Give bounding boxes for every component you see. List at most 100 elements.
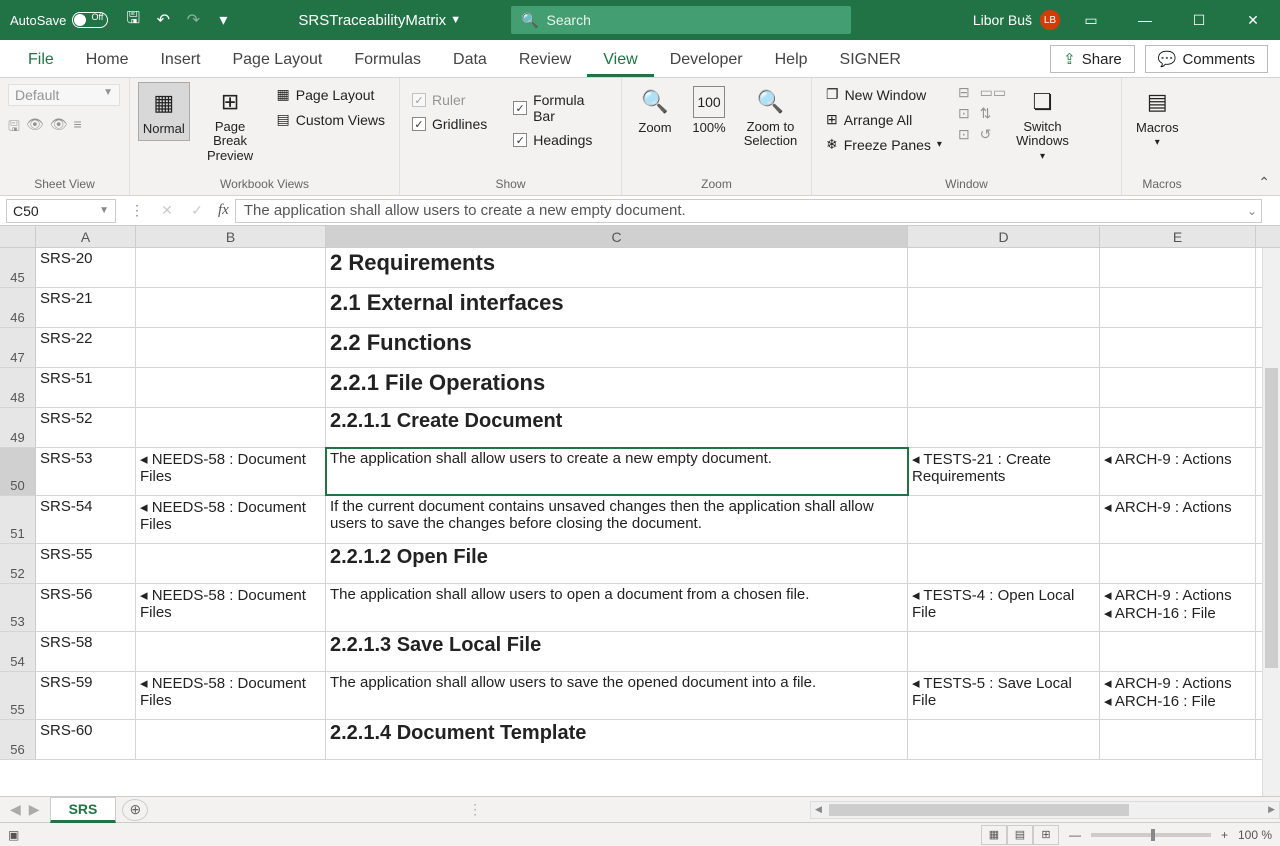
arrange-all-button[interactable]: ⊞Arrange All [820, 109, 948, 130]
name-box[interactable]: C50▼ [6, 199, 116, 223]
tab-home[interactable]: Home [70, 45, 145, 77]
gridlines-checkbox[interactable]: ✓Gridlines [408, 114, 491, 134]
zoom-slider[interactable] [1091, 833, 1211, 837]
cell[interactable]: ◂ ARCH-9 : Actions [1100, 448, 1256, 495]
row-header[interactable]: 47 [0, 328, 36, 367]
cell[interactable] [136, 248, 326, 287]
freeze-panes-button[interactable]: ❄Freeze Panes▾ [820, 134, 948, 155]
exit-view-icon[interactable]: 👁 [26, 116, 44, 140]
split-icon[interactable]: ⊟ [958, 84, 970, 101]
macros-button[interactable]: ▤Macros▾ [1130, 82, 1185, 152]
vertical-scrollbar[interactable] [1262, 248, 1280, 796]
tab-help[interactable]: Help [759, 45, 824, 77]
cell[interactable]: 2.2.1.1 Create Document [326, 408, 908, 447]
cell[interactable] [1100, 632, 1256, 671]
cell[interactable]: ◂ TESTS-21 : Create Requirements [908, 448, 1100, 495]
row-header[interactable]: 51 [0, 496, 36, 543]
row-header[interactable]: 50 [0, 448, 36, 495]
sheet-nav-next-icon[interactable]: ▶ [29, 801, 40, 818]
row-header[interactable]: 53 [0, 584, 36, 631]
cell[interactable] [136, 328, 326, 367]
cell[interactable]: 2.2.1 File Operations [326, 368, 908, 407]
view-side-by-side-icon[interactable]: ▭▭ [980, 84, 1006, 101]
col-header-E[interactable]: E [1100, 226, 1256, 247]
new-view-icon[interactable]: 👁 [50, 116, 68, 140]
cell[interactable] [908, 328, 1100, 367]
expand-formula-bar-icon[interactable]: ⌄ [1247, 204, 1257, 218]
view-normal-icon[interactable]: ▦ [981, 825, 1007, 845]
row-header[interactable]: 45 [0, 248, 36, 287]
minimize-icon[interactable]: — [1122, 0, 1168, 40]
custom-views-button[interactable]: ▤ Custom Views [271, 109, 391, 130]
cell[interactable]: ◂ NEEDS-58 : Document Files [136, 672, 326, 719]
sheet-view-selector[interactable]: Default▼ [8, 84, 120, 106]
tab-insert[interactable]: Insert [144, 45, 216, 77]
row-header[interactable]: 46 [0, 288, 36, 327]
cell[interactable]: ◂ ARCH-9 : Actions [1100, 496, 1256, 543]
new-window-button[interactable]: ❐New Window [820, 84, 948, 105]
options-view-icon[interactable]: ≡ [74, 116, 82, 140]
cell[interactable]: 2.2.1.4 Document Template [326, 720, 908, 759]
cell[interactable] [908, 288, 1100, 327]
zoom-level[interactable]: 100 % [1238, 828, 1272, 842]
cell[interactable]: If the current document contains unsaved… [326, 496, 908, 543]
row-header[interactable]: 56 [0, 720, 36, 759]
cell[interactable]: SRS-52 [36, 408, 136, 447]
undo-icon[interactable]: ↶ [148, 0, 178, 40]
tab-view[interactable]: View [587, 45, 653, 77]
cell[interactable]: The application shall allow users to cre… [326, 448, 908, 495]
col-header-B[interactable]: B [136, 226, 326, 247]
tab-data[interactable]: Data [437, 45, 503, 77]
tab-split-icon[interactable]: ⋮ [468, 801, 490, 818]
share-button[interactable]: ⇪ Share [1050, 45, 1135, 73]
cell[interactable] [1100, 328, 1256, 367]
row-header[interactable]: 54 [0, 632, 36, 671]
cell[interactable] [908, 632, 1100, 671]
formula-input[interactable]: The application shall allow users to cre… [235, 199, 1262, 223]
autosave-toggle[interactable]: AutoSave Off [0, 0, 118, 40]
close-icon[interactable]: ✕ [1230, 0, 1276, 40]
cell[interactable]: SRS-21 [36, 288, 136, 327]
normal-view-button[interactable]: ▦ Normal [138, 82, 190, 141]
search-input[interactable] [547, 12, 842, 28]
cell[interactable]: 2.2.1.3 Save Local File [326, 632, 908, 671]
cell[interactable] [136, 720, 326, 759]
cell[interactable] [1100, 248, 1256, 287]
view-page-break-icon[interactable]: ⊞ [1033, 825, 1059, 845]
cell[interactable]: 2 Requirements [326, 248, 908, 287]
collapse-ribbon-icon[interactable]: ⌃ [1258, 174, 1270, 191]
cell[interactable]: SRS-55 [36, 544, 136, 583]
page-break-preview-button[interactable]: ⊞ Page Break Preview [194, 82, 267, 167]
cell[interactable]: 2.2.1.2 Open File [326, 544, 908, 583]
cell[interactable]: ◂ NEEDS-58 : Document Files [136, 496, 326, 543]
redo-icon[interactable]: ↷ [178, 0, 208, 40]
cell[interactable]: SRS-58 [36, 632, 136, 671]
cell[interactable] [136, 408, 326, 447]
view-page-layout-icon[interactable]: ▤ [1007, 825, 1033, 845]
cell[interactable] [908, 368, 1100, 407]
cell[interactable] [1100, 368, 1256, 407]
cell[interactable]: 2.2 Functions [326, 328, 908, 367]
sheet-tab-srs[interactable]: SRS [50, 797, 117, 823]
col-header-C[interactable]: C [326, 226, 908, 247]
unhide-icon[interactable]: ⊡ [958, 126, 970, 143]
cell[interactable] [136, 544, 326, 583]
keep-view-icon[interactable]: 🖫 [8, 116, 20, 140]
cell[interactable] [1100, 288, 1256, 327]
horizontal-scrollbar[interactable] [810, 801, 1280, 819]
search-box[interactable]: 🔍 [511, 6, 851, 34]
zoom-out-icon[interactable]: — [1069, 828, 1081, 842]
document-title[interactable]: SRSTraceabilityMatrix▼ [278, 12, 481, 29]
cell[interactable]: SRS-56 [36, 584, 136, 631]
insert-function-icon[interactable]: fx [212, 202, 235, 219]
row-header[interactable]: 48 [0, 368, 36, 407]
cell[interactable]: SRS-51 [36, 368, 136, 407]
col-header-D[interactable]: D [908, 226, 1100, 247]
cell[interactable] [1100, 408, 1256, 447]
cell[interactable]: SRS-53 [36, 448, 136, 495]
cell[interactable]: The application shall allow users to ope… [326, 584, 908, 631]
cell[interactable]: ◂ NEEDS-58 : Document Files [136, 448, 326, 495]
page-layout-button[interactable]: ▦ Page Layout [271, 84, 391, 105]
cell[interactable] [136, 632, 326, 671]
cell[interactable]: SRS-20 [36, 248, 136, 287]
